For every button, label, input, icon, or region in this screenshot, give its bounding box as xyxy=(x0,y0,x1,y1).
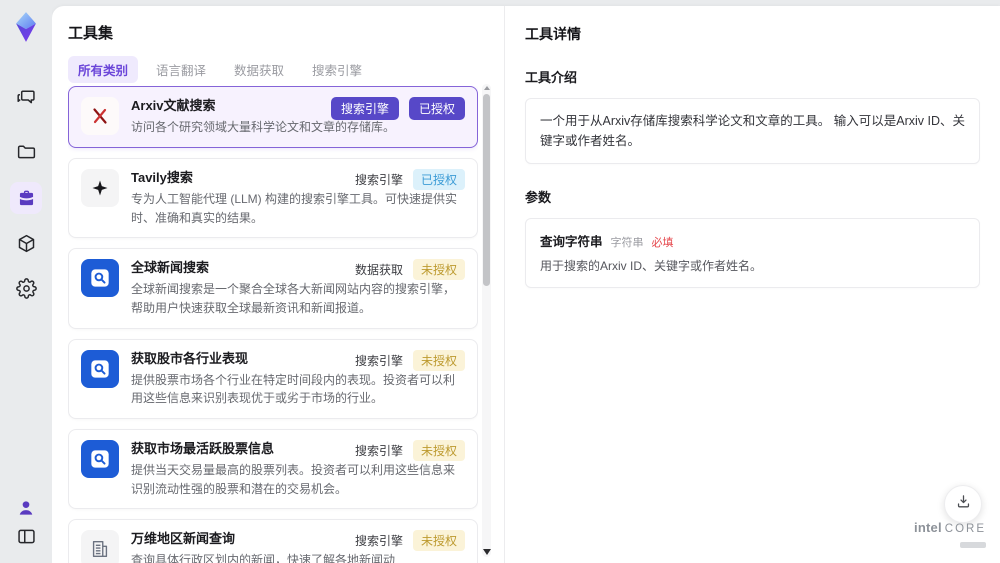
tool-description: 访问各个研究领域大量科学论文和文章的存储库。 xyxy=(131,120,396,135)
category-label: 搜索引擎 xyxy=(354,534,403,549)
tool-description: 提供当天交易量最高的股票列表。投资者可以利用这些信息来识别流动性强的股票和潜在的… xyxy=(131,463,456,496)
detail-title: 工具详情 xyxy=(525,26,581,42)
param-description: 用于搜索的Arxiv ID、关键字或作者姓名。 xyxy=(540,259,763,273)
search-tile-icon xyxy=(81,259,119,298)
tool-description: 专为人工智能代理 (LLM) 构建的搜索引擎工具。可快速提供实时、准确和真实的结… xyxy=(131,191,458,225)
status-badge: 未授权 xyxy=(412,439,465,461)
news-icon xyxy=(81,530,119,563)
app-logo[interactable] xyxy=(9,10,43,44)
params-heading: 参数 xyxy=(525,190,552,205)
category-label: 搜索引擎 xyxy=(354,172,403,187)
gear-icon xyxy=(15,277,37,299)
category-label: 搜索引擎 xyxy=(354,353,403,368)
category-tabs: 所有类别 语言翻译 数据获取 搜索引擎 xyxy=(68,56,372,83)
parameter-item: 查询字符串 字符串 必填 用于搜索的Arxiv ID、关键字或作者姓名。 xyxy=(525,218,980,288)
tool-list-scrollbar[interactable] xyxy=(482,84,491,557)
scrollbar-up-arrow[interactable] xyxy=(483,86,490,90)
tools-pane: 工具集 所有类别 语言翻译 数据获取 搜索引擎 Arxiv文献搜索 访问各个研究… xyxy=(52,6,504,563)
tool-card-most-active-stocks[interactable]: 获取市场最活跃股票信息 提供当天交易量最高的股票列表。投资者可以利用这些信息来识… xyxy=(68,428,478,510)
nav-chat[interactable] xyxy=(10,80,42,112)
arxiv-icon xyxy=(81,97,119,135)
nav-rail xyxy=(0,0,52,563)
page-title: 工具集 xyxy=(68,25,114,42)
tool-description: 查询具体行政区划内的新闻，快速了解各地新闻动 xyxy=(131,553,396,563)
tool-card-arxiv[interactable]: Arxiv文献搜索 访问各个研究领域大量科学论文和文章的存储库。 搜索引擎 已授… xyxy=(68,86,478,148)
chat-icon xyxy=(16,86,37,107)
tavily-star-icon xyxy=(81,168,119,207)
category-badge: 搜索引擎 xyxy=(330,97,399,120)
category-label: 搜索引擎 xyxy=(354,443,403,458)
nav-toolbox[interactable] xyxy=(10,182,42,214)
main-surface: 工具集 所有类别 语言翻译 数据获取 搜索引擎 Arxiv文献搜索 访问各个研究… xyxy=(52,6,1000,563)
tool-description: 提供股票市场各个行业在特定时间段内的表现。投资者可以利用这些信息来识别表现优于或… xyxy=(131,372,456,406)
category-label: 数据获取 xyxy=(354,263,403,278)
scrollbar-thumb[interactable] xyxy=(483,94,490,286)
package-icon xyxy=(16,233,37,254)
intel-core-logo: intel core xyxy=(914,519,986,553)
nav-files[interactable] xyxy=(10,135,42,167)
tool-intro-text: 一个用于从Arxiv存储库搜索科学论文和文章的工具。 输入可以是Arxiv ID… xyxy=(525,98,980,164)
detail-pane: 工具详情 工具介绍 一个用于从Arxiv存储库搜索科学论文和文章的工具。 输入可… xyxy=(505,6,1000,563)
status-badge: 已授权 xyxy=(408,97,465,120)
status-badge: 未授权 xyxy=(412,349,465,371)
tab-language-translation[interactable]: 语言翻译 xyxy=(146,56,216,83)
status-badge: 未授权 xyxy=(412,530,465,552)
status-badge: 已授权 xyxy=(412,168,465,190)
scrollbar-down-arrow[interactable] xyxy=(482,549,491,555)
tool-card-sector-performance[interactable]: 获取股市各行业表现 提供股票市场各个行业在特定时间段内的表现。投资者可以利用这些… xyxy=(68,338,478,419)
brand-sub-mark xyxy=(960,542,986,549)
tool-list: Arxiv文献搜索 访问各个研究领域大量科学论文和文章的存储库。 搜索引擎 已授… xyxy=(68,86,478,563)
param-name: 查询字符串 xyxy=(540,235,603,249)
tab-all-categories[interactable]: 所有类别 xyxy=(68,56,139,83)
tool-card-tavily[interactable]: Tavily搜索 专为人工智能代理 (LLM) 构建的搜索引擎工具。可快速提供实… xyxy=(68,157,478,239)
tab-data-acquisition[interactable]: 数据获取 xyxy=(224,56,294,83)
tool-description: 全球新闻搜索是一个聚合全球各大新闻网站内容的搜索引擎，帮助用户快速获取全球最新资… xyxy=(131,282,456,315)
app-window: 工具集 所有类别 语言翻译 数据获取 搜索引擎 Arxiv文献搜索 访问各个研究… xyxy=(0,0,1000,563)
nav-packages[interactable] xyxy=(10,227,42,259)
panel-icon xyxy=(16,526,37,547)
download-button[interactable] xyxy=(944,485,982,523)
toolbox-icon xyxy=(16,188,37,209)
search-tile-icon xyxy=(81,349,119,388)
brand-intel-text: intel xyxy=(914,519,942,535)
folder-icon xyxy=(16,141,37,162)
param-required-label: 必填 xyxy=(651,237,674,249)
search-tile-icon xyxy=(81,439,119,478)
tool-card-regional-news[interactable]: 万维地区新闻查询 查询具体行政区划内的新闻，快速了解各地新闻动 搜索引擎 未授权 xyxy=(68,519,478,563)
intro-heading: 工具介绍 xyxy=(525,70,578,85)
brand-core-text: core xyxy=(944,522,986,535)
user-icon xyxy=(16,498,36,518)
nav-collapse-panel[interactable] xyxy=(10,520,42,552)
param-type: 字符串 xyxy=(610,237,644,249)
tab-search-engine[interactable]: 搜索引擎 xyxy=(302,56,372,83)
nav-settings[interactable] xyxy=(10,272,42,304)
download-icon xyxy=(955,493,972,515)
tool-card-global-news[interactable]: 全球新闻搜索 全球新闻搜索是一个聚合全球各大新闻网站内容的搜索引擎，帮助用户快速… xyxy=(68,248,478,329)
status-badge: 未授权 xyxy=(412,259,465,281)
